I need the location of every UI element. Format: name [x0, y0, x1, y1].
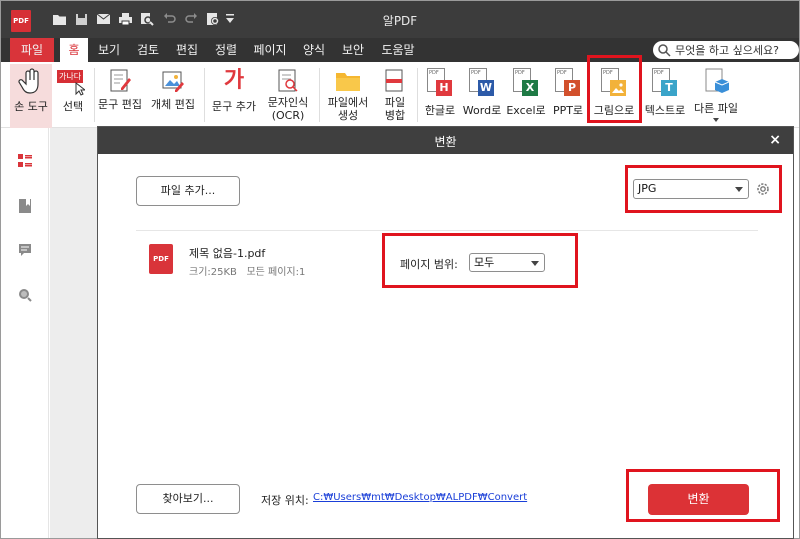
menu-file[interactable]: 파일 [10, 38, 54, 62]
hwp-icon: PDF H [427, 68, 453, 100]
select-label: 선택 [62, 100, 84, 113]
highlight-page-range [382, 233, 578, 288]
search-icon[interactable] [18, 288, 32, 302]
menu-review[interactable]: 검토 [132, 38, 164, 62]
dialog-header: 변환 × [98, 127, 793, 154]
search-placeholder: 무엇을 하고 싶으세요? [675, 44, 779, 57]
text-icon: PDF T [652, 68, 678, 100]
menu-security[interactable]: 보안 [337, 38, 369, 62]
chevron-down-icon [713, 118, 719, 122]
to-ppt-label: PPT로 [552, 104, 584, 117]
other-file-button[interactable]: 다른 파일 [691, 64, 741, 128]
menu-help[interactable]: 도움말 [376, 38, 420, 62]
dialog-title: 변환 [434, 135, 457, 149]
ribbon-separator [204, 68, 205, 122]
highlight-convert [626, 469, 780, 522]
menu-form[interactable]: 양식 [298, 38, 330, 62]
add-text-button[interactable]: 가 문구 추가 [208, 64, 260, 128]
ocr-icon [278, 69, 298, 92]
merge-line1: 파일 [384, 96, 406, 109]
edit-text-icon [110, 69, 131, 92]
to-ppt-button[interactable]: PDF P PPT로 [550, 64, 586, 128]
hand-tool-button[interactable]: 손 도구 [10, 64, 52, 128]
other-file-icon [705, 68, 729, 93]
search-box[interactable]: 무엇을 하고 싶으세요? [653, 41, 799, 59]
highlight-to-image [587, 55, 642, 123]
file-meta: 크기:25KB 모든 페이지:1 [189, 267, 306, 278]
word-icon: PDF W [469, 68, 494, 96]
other-file-label: 다른 파일 [694, 102, 738, 115]
left-side-panel [1, 128, 49, 538]
comment-icon[interactable] [18, 243, 32, 257]
create-from-file-button[interactable]: 파일에서 생성 [323, 64, 373, 128]
thumbnails-icon[interactable] [18, 154, 32, 168]
browse-button[interactable]: 찾아보기... [136, 484, 240, 514]
menu-home[interactable]: 홈 [60, 38, 88, 62]
document-area [50, 128, 98, 538]
ribbon-separator [94, 68, 95, 122]
merge-files-button[interactable]: 파일 병합 [377, 64, 413, 128]
to-excel-button[interactable]: PDF X Excel로 [506, 64, 546, 128]
to-hwp-label: 한글로 [424, 104, 456, 117]
bookmark-icon[interactable] [18, 199, 32, 213]
save-location-label: 저장 위치: [261, 494, 309, 507]
highlight-format [625, 165, 782, 213]
edit-object-button[interactable]: 개체 편집 [147, 64, 199, 128]
to-word-button[interactable]: PDF W Word로 [462, 64, 502, 128]
menu-edit[interactable]: 편집 [171, 38, 203, 62]
folder-icon [336, 73, 360, 91]
select-icon: 가나다 [55, 64, 91, 98]
ribbon: 손 도구 가나다 선택 문구 편집 개체 편집 가 문구 추가 문자인식 (OC… [1, 62, 799, 128]
edit-text-button[interactable]: 문구 편집 [97, 64, 143, 128]
save-path-link[interactable]: C:₩Users₩mt₩Desktop₩ALPDF₩Convert [313, 492, 527, 503]
merge-icon [385, 69, 403, 92]
merge-line2: 병합 [384, 109, 406, 122]
excel-icon: PDF X [513, 68, 539, 100]
add-text-icon: 가 [223, 68, 245, 93]
to-excel-label: Excel로 [506, 104, 546, 117]
hand-tool-label: 손 도구 [14, 100, 48, 113]
ribbon-separator [417, 68, 418, 122]
menu-page[interactable]: 페이지 [249, 38, 291, 62]
add-file-button[interactable]: 파일 추가... [136, 176, 240, 206]
to-hwp-button[interactable]: PDF H 한글로 [421, 64, 459, 128]
divider [136, 230, 758, 231]
create-from-file-line2: 생성 [337, 109, 359, 122]
menu-arrange[interactable]: 정렬 [210, 38, 242, 62]
edit-object-label: 개체 편집 [151, 98, 195, 111]
pdf-file-icon: PDF [149, 244, 173, 274]
select-button[interactable]: 가나다 선택 [55, 64, 91, 128]
search-icon [658, 43, 671, 57]
title-bar: PDF 알PDF [1, 1, 799, 38]
close-icon[interactable]: × [769, 132, 781, 148]
create-from-file-line1: 파일에서 [327, 96, 369, 109]
window-title: 알PDF [382, 14, 418, 28]
edit-text-label: 문구 편집 [98, 98, 142, 111]
hand-icon [18, 68, 39, 94]
ocr-label-line2: (OCR) [271, 109, 305, 122]
menu-view[interactable]: 보기 [93, 38, 125, 62]
file-name: 제목 없음-1.pdf [189, 247, 266, 260]
menu-bar: 파일 홈 보기 검토 편집 정렬 페이지 양식 보안 도움말 무엇을 하고 싶으… [1, 38, 799, 62]
to-text-label: 텍스트로 [644, 104, 686, 117]
ribbon-separator [319, 68, 320, 122]
to-word-label: Word로 [462, 104, 502, 117]
ocr-label-line1: 문자인식 [267, 96, 309, 109]
ppt-icon: PDF P [555, 68, 581, 100]
edit-object-icon [162, 71, 184, 92]
to-text-button[interactable]: PDF T 텍스트로 [641, 64, 689, 128]
add-text-label: 문구 추가 [212, 100, 256, 113]
ocr-button[interactable]: 문자인식 (OCR) [263, 64, 313, 128]
